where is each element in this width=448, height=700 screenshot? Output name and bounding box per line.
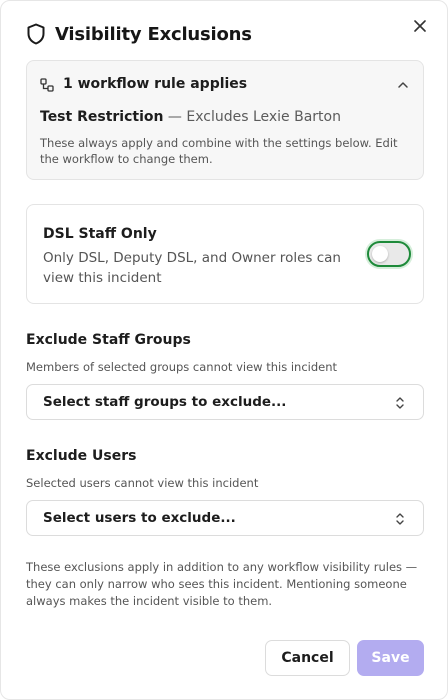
workflow-icon: [40, 78, 54, 92]
chevron-up-icon: [398, 82, 408, 88]
visibility-exclusions-dialog: Visibility Exclusions 1 workflow rule ap…: [0, 0, 448, 700]
dsl-staff-only-toggle[interactable]: [367, 241, 411, 267]
exclude-staff-groups-title: Exclude Staff Groups: [26, 332, 191, 348]
dsl-staff-only-title: DSL Staff Only: [43, 226, 157, 242]
close-icon: [414, 20, 426, 32]
exclude-users-title: Exclude Users: [26, 448, 137, 464]
close-button[interactable]: [411, 17, 429, 35]
dsl-staff-only-description: Only DSL, Deputy DSL, and Owner roles ca…: [43, 250, 341, 286]
cancel-button[interactable]: Cancel: [265, 640, 350, 676]
workflow-rules-toggle[interactable]: 1 workflow rule applies: [27, 61, 423, 109]
dialog-title: Visibility Exclusions: [55, 23, 252, 45]
workflow-rule-item: Test Restriction — Excludes Lexie Barton: [40, 109, 341, 125]
dialog-header: Visibility Exclusions: [26, 23, 252, 45]
workflow-rules-note: These always apply and combine with the …: [40, 136, 398, 166]
exclude-staff-groups-subtitle: Members of selected groups cannot view t…: [26, 360, 338, 374]
users-select-placeholder: Select users to exclude...: [43, 510, 236, 526]
exclude-users-subtitle: Selected users cannot view this incident: [26, 476, 259, 490]
staff-groups-select[interactable]: Select staff groups to exclude...: [26, 384, 424, 420]
dsl-staff-only-card: DSL Staff Only Only DSL, Deputy DSL, and…: [26, 204, 424, 304]
staff-groups-select-placeholder: Select staff groups to exclude...: [43, 394, 287, 410]
workflow-rule-name: Test Restriction: [40, 109, 164, 125]
shield-icon: [26, 23, 46, 45]
chevron-up-down-icon: [396, 397, 404, 409]
workflow-rule-description: — Excludes Lexie Barton: [167, 109, 341, 125]
exclusions-footnote: These exclusions apply in addition to an…: [26, 560, 418, 608]
save-button[interactable]: Save: [357, 640, 424, 676]
workflow-rules-panel: 1 workflow rule applies Test Restriction…: [26, 60, 424, 180]
toggle-knob: [372, 246, 388, 262]
workflow-rule-count: 1 workflow rule applies: [63, 76, 248, 92]
users-select[interactable]: Select users to exclude...: [26, 500, 424, 536]
chevron-up-down-icon: [396, 513, 404, 525]
